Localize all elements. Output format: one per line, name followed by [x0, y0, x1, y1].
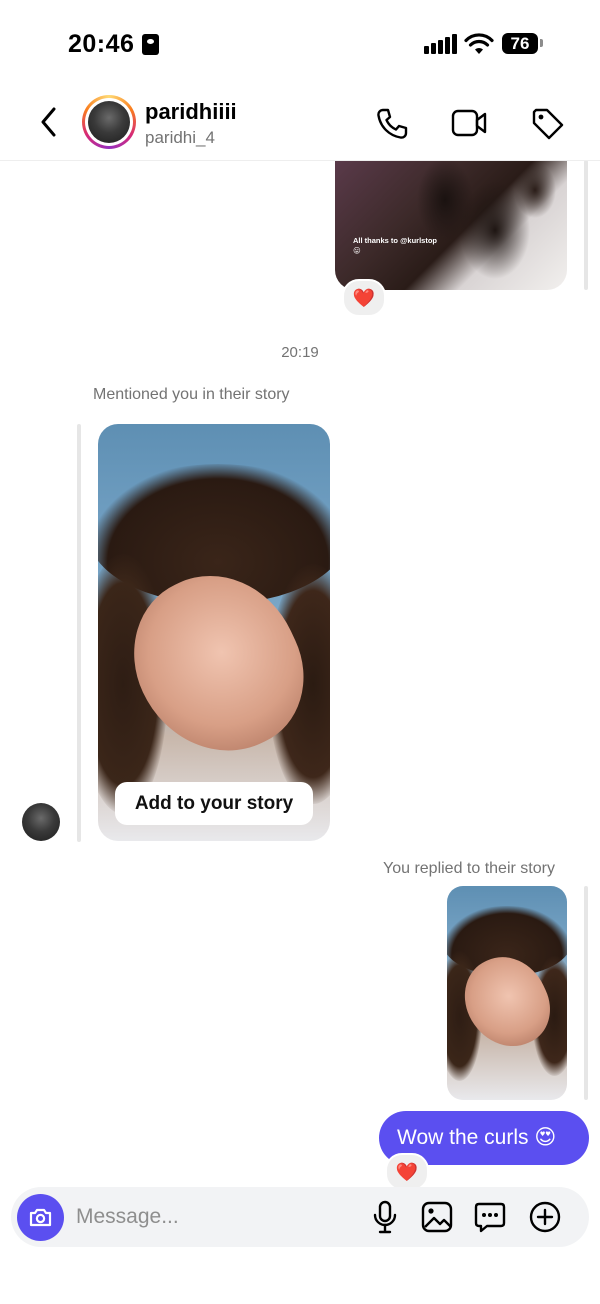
video-call-icon[interactable] [450, 106, 488, 140]
heart-reaction[interactable]: ❤️ [385, 1153, 429, 1191]
tag-icon[interactable] [530, 106, 566, 142]
sender-avatar[interactable] [22, 803, 60, 841]
message-input[interactable] [76, 1204, 346, 1230]
shared-story-thumbnail[interactable]: All thanks to @kurlstop 😛 [335, 160, 567, 290]
sticker-chat-icon[interactable] [473, 1200, 507, 1234]
camera-icon [29, 1208, 52, 1227]
microphone-icon[interactable] [371, 1199, 399, 1235]
story-caption: All thanks to @kurlstop 😛 [353, 236, 437, 255]
add-icon[interactable] [528, 1200, 562, 1234]
wifi-icon [464, 33, 494, 54]
reply-bar [584, 160, 588, 290]
reply-bar [584, 886, 588, 1100]
contact-card-icon [142, 34, 159, 55]
mention-label: Mentioned you in their story [93, 386, 290, 403]
gallery-icon[interactable] [420, 1200, 454, 1234]
contact-name[interactable]: paridhiiii [145, 99, 237, 125]
battery-icon: 76 [502, 33, 538, 54]
contact-username[interactable]: paridhi_4 [145, 128, 215, 148]
status-time: 20:46 [68, 30, 135, 58]
phone-icon[interactable] [374, 106, 410, 142]
signal-icon [424, 34, 458, 54]
battery-cap [540, 39, 543, 47]
heart-reaction[interactable]: ❤️ [342, 279, 386, 317]
replied-label: You replied to their story [383, 860, 555, 877]
replied-story-thumbnail[interactable] [447, 886, 567, 1100]
avatar[interactable] [88, 101, 130, 143]
reply-bar [77, 424, 81, 842]
message-timestamp: 20:19 [281, 344, 319, 361]
mentioned-story-image[interactable] [98, 424, 330, 841]
add-to-story-button[interactable]: Add to your story [115, 782, 313, 825]
back-arrow-icon[interactable] [34, 104, 64, 140]
camera-button[interactable] [17, 1194, 64, 1241]
